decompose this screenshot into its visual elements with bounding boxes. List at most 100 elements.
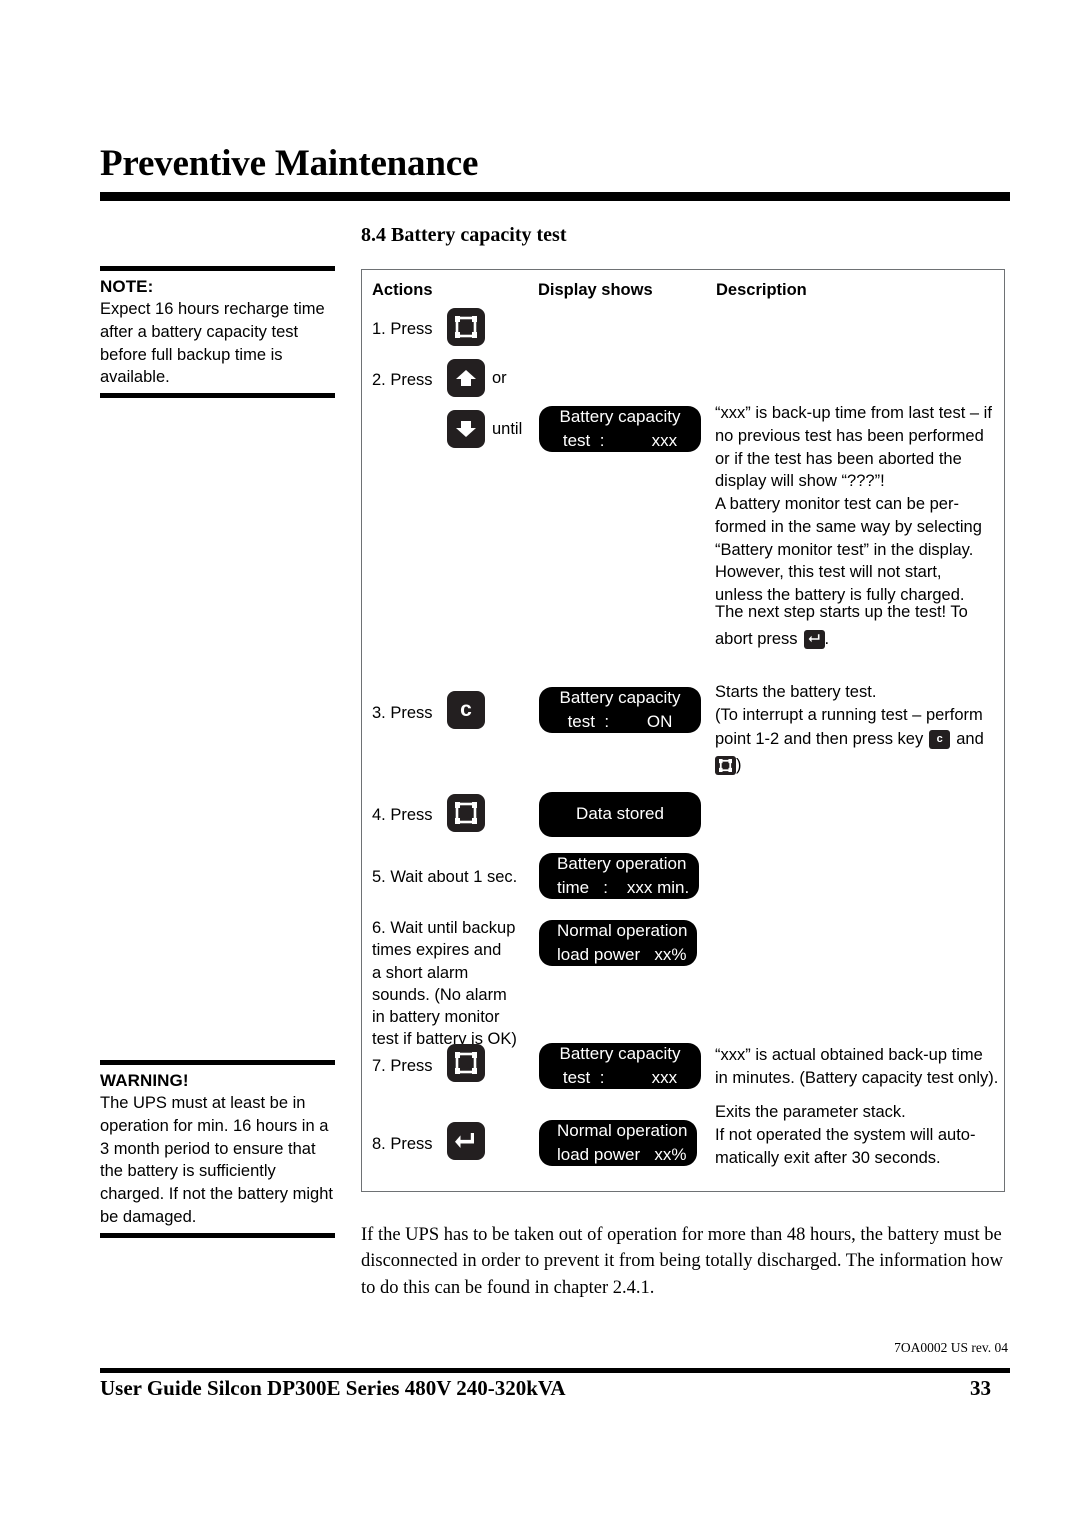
column-header-actions: Actions: [372, 281, 433, 299]
lcd-display-step-7: Battery capacity test : xxx: [539, 1043, 701, 1089]
closing-paragraph: If the UPS has to be taken out of operat…: [361, 1225, 1004, 1298]
warning-box: WARNING! The UPS must at least be in ope…: [100, 1060, 335, 1238]
lcd-line-1: Normal operation: [557, 1120, 688, 1140]
abort-note-prefix: abort press: [715, 629, 798, 648]
desc-line-with-keys: point 1-2 and then press key c and: [715, 728, 1011, 751]
frame-glyph: [715, 756, 736, 775]
step-3-label: 3. Press: [372, 704, 433, 722]
frame-key-icon[interactable]: [447, 1044, 485, 1082]
note-body: Expect 16 hours recharge time after a ba…: [100, 300, 325, 387]
lcd-line-2: test : ON: [567, 712, 673, 731]
lcd-line-1: Battery capacity: [559, 1043, 681, 1063]
lcd-display-step-4: Data stored: [539, 792, 701, 837]
step-7-label: 7. Press: [372, 1057, 433, 1075]
enter-key-icon[interactable]: [447, 1122, 485, 1160]
desc-line: Starts the battery test.: [715, 683, 877, 701]
desc-line: A battery monitor test can be per-: [715, 495, 959, 514]
arrow-up-glyph: [447, 359, 485, 397]
desc-line: formed in the same way by selecting: [715, 517, 982, 536]
abort-note: The next step starts up the test! To abo…: [715, 601, 1007, 651]
letter-c-key-icon[interactable]: c: [929, 729, 951, 749]
column-header-display-shows: Display shows: [538, 281, 653, 299]
desc-line: If not operated the system will auto-: [715, 1125, 976, 1144]
desc-line: display will show “???”!: [715, 472, 885, 491]
footer-document-code: 7OA0002 US rev. 04: [894, 1340, 1008, 1355]
warning-bottom-rule: [100, 1232, 335, 1238]
desc-line: no previous test has been performed: [715, 426, 984, 445]
frame-glyph: [447, 1044, 485, 1082]
frame-key-icon[interactable]: [715, 756, 736, 776]
abort-note-suffix: .: [824, 629, 830, 648]
abort-note-line-1: The next step starts up the test! To: [715, 603, 968, 621]
enter-arrow-glyph: [447, 1122, 485, 1160]
lcd-display-step-5: Battery operation time : xxx min.: [539, 853, 699, 899]
step-8-label: 8. Press: [372, 1135, 433, 1153]
warning-body: The UPS must at least be in operation fo…: [100, 1094, 333, 1226]
footer-divider: [100, 1368, 1010, 1373]
step-2-description: “xxx” is back-up time from last test – i…: [715, 402, 1007, 607]
enter-key-icon[interactable]: [803, 629, 825, 649]
letter-c-key-icon[interactable]: c: [447, 691, 485, 729]
letter-c-glyph: c: [447, 691, 485, 729]
lcd-line-1: Battery capacity: [559, 687, 681, 707]
lcd-line-2: time : xxx min.: [557, 878, 690, 897]
desc-line: or if the test has been aborted the: [715, 449, 962, 468]
step-3-description: Starts the battery test. (To interrupt a…: [715, 681, 1011, 777]
document-page: Preventive Maintenance 8.4 Battery capac…: [0, 0, 1080, 1528]
lcd-line-2: load power xx%: [557, 1145, 687, 1164]
desc-line: matically exit after 30 seconds.: [715, 1148, 941, 1167]
desc-line: in minutes. (Battery capacity test only)…: [715, 1068, 999, 1087]
footer-page-number: 33: [970, 1376, 991, 1400]
section-title: 8.4 Battery capacity test: [361, 224, 567, 246]
note-box: NOTE: Expect 16 hours recharge time afte…: [100, 266, 335, 399]
frame-key-icon[interactable]: [447, 794, 485, 832]
column-header-description: Description: [716, 281, 807, 299]
step-2-until-label: until: [492, 420, 523, 438]
lcd-line-1: Normal operation: [557, 920, 688, 940]
note-bottom-rule: [100, 393, 335, 399]
arrow-down-key-icon[interactable]: [447, 410, 485, 448]
step-6-label: 6. Wait until backup times expires and a…: [372, 919, 517, 1049]
arrow-down-glyph: [447, 410, 485, 448]
lcd-line-1: Battery operation: [557, 853, 687, 873]
title-divider: [100, 192, 1010, 201]
step-2-conjunction: or: [492, 369, 507, 387]
lcd-line-1: Battery capacity: [559, 406, 681, 426]
warning-title: WARNING!: [100, 1071, 189, 1090]
lcd-line-2: test : xxx: [562, 1068, 678, 1087]
desc-close-paren: ): [736, 756, 742, 775]
page-title: Preventive Maintenance: [100, 143, 479, 184]
letter-c-text: c: [460, 698, 472, 721]
enter-arrow-glyph: [804, 630, 825, 649]
step-4-label: 4. Press: [372, 806, 433, 824]
desc-line: “xxx” is actual obtained back-up time: [715, 1046, 983, 1064]
frame-glyph: [447, 308, 485, 346]
lcd-line-2: load power xx%: [557, 945, 687, 964]
lcd-display-step-8: Normal operation load power xx%: [539, 1120, 697, 1166]
step-7-description: “xxx” is actual obtained back-up time in…: [715, 1044, 1011, 1090]
step-5-label: 5. Wait about 1 sec.: [372, 868, 518, 886]
note-top-rule: [100, 266, 335, 271]
lcd-display-step-2: Battery capacity test : xxx: [539, 406, 701, 452]
desc-inline-text: point 1-2 and then press key: [715, 729, 924, 748]
desc-line: However, this test will not start,: [715, 563, 942, 582]
abort-note-line-2: abort press.: [715, 628, 1007, 651]
desc-line: (To interrupt a running test – perform: [715, 705, 983, 724]
lcd-line-2: test : xxx: [562, 431, 678, 450]
lcd-line-1: Data stored: [576, 804, 664, 824]
frame-key-icon[interactable]: [447, 308, 485, 346]
letter-c-text: c: [936, 732, 943, 745]
step-1-label: 1. Press: [372, 320, 433, 338]
desc-line: “Battery monitor test” in the display.: [715, 540, 974, 559]
frame-glyph: [447, 794, 485, 832]
desc-line-with-frame-key: ): [715, 754, 1011, 777]
footer-title: User Guide Silcon DP300E Series 480V 240…: [100, 1376, 566, 1400]
step-2-label: 2. Press: [372, 371, 433, 389]
letter-c-glyph: c: [929, 730, 950, 749]
desc-inline-and: and: [956, 729, 984, 748]
desc-line: Exits the parameter stack.: [715, 1103, 906, 1121]
step-8-description: Exits the parameter stack. If not operat…: [715, 1101, 1011, 1169]
warning-top-rule: [100, 1060, 335, 1065]
lcd-display-step-6: Normal operation load power xx%: [539, 920, 697, 966]
arrow-up-key-icon[interactable]: [447, 359, 485, 397]
